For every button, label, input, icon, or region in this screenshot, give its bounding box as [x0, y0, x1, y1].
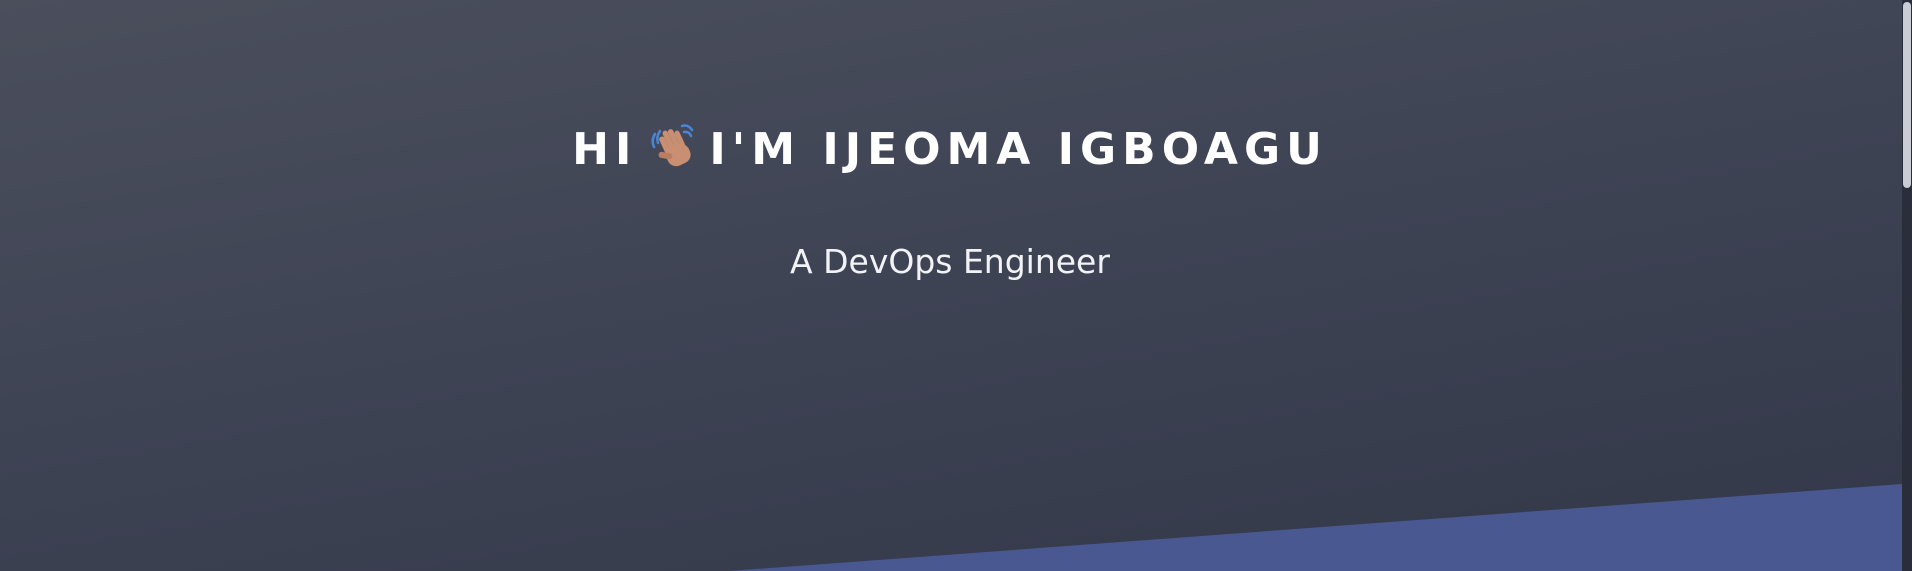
section-divider-band: [730, 484, 1902, 571]
hero-section: HI I'M IJEOMA IGBOAGU A DevOps Engineer: [0, 0, 1912, 571]
scrollbar-track[interactable]: [1902, 0, 1912, 571]
scrollbar-thumb[interactable]: [1903, 2, 1911, 188]
